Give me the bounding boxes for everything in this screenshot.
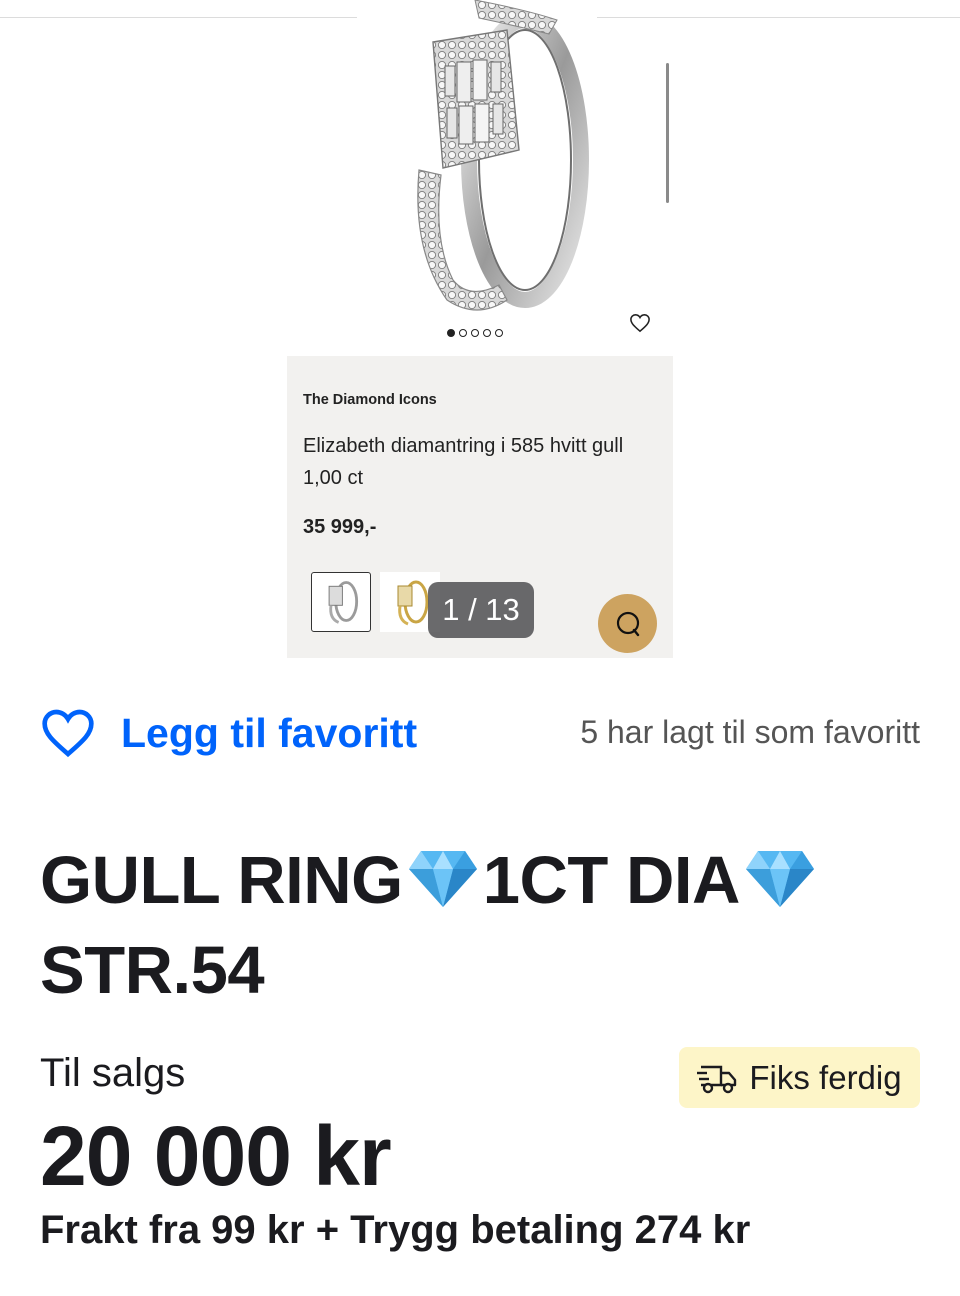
carousel-dots[interactable] (447, 329, 503, 337)
listing-status: Til salgs (40, 1051, 186, 1095)
fiks-ferdig-label: Fiks ferdig (749, 1058, 902, 1096)
chat-button[interactable] (598, 594, 657, 653)
heart-outline-icon[interactable] (629, 313, 651, 333)
gem-stone-icon (408, 851, 477, 907)
carousel-dot[interactable] (459, 329, 467, 337)
scrollbar[interactable] (666, 63, 669, 203)
carousel-dot[interactable] (447, 329, 455, 337)
chat-bubble-icon (616, 611, 639, 636)
ring-product-image[interactable] (357, 0, 597, 352)
add-favorite-label: Legg til favoritt (121, 709, 418, 756)
gem-stone-icon (745, 851, 814, 907)
title-part: STR.54 (40, 933, 265, 1008)
carousel-dot[interactable] (471, 329, 479, 337)
product-info-card: The Diamond Icons Elizabeth diamantring … (287, 356, 673, 658)
image-counter: 1 / 13 (428, 582, 534, 638)
product-price: 35 999,- (303, 516, 377, 538)
title-part: 1CT DIA (482, 843, 741, 918)
variant-thumbnail-white-gold[interactable] (311, 572, 371, 632)
product-name: Elizabeth diamantring i 585 hvitt gull 1… (303, 435, 624, 489)
favorite-count: 5 har lagt til som favoritt (580, 714, 920, 750)
delivery-truck-icon (697, 1065, 737, 1093)
image-gallery[interactable]: The Diamond Icons Elizabeth diamantring … (287, 0, 673, 658)
shipping-info: Frakt fra 99 kr + Trygg betaling 274 kr (40, 1208, 751, 1252)
title-part: GULL RING (40, 843, 403, 918)
fiks-ferdig-badge[interactable]: Fiks ferdig (679, 1047, 920, 1108)
heart-outline-icon (42, 709, 94, 758)
carousel-dot[interactable] (495, 329, 503, 337)
add-favorite-button[interactable]: Legg til favoritt (40, 702, 417, 764)
product-brand: The Diamond Icons (303, 392, 437, 408)
listing-price: 20 000 kr (40, 1109, 392, 1203)
carousel-dot[interactable] (483, 329, 491, 337)
listing-title: GULL RING 1CT DIA STR.54 (40, 836, 920, 1016)
